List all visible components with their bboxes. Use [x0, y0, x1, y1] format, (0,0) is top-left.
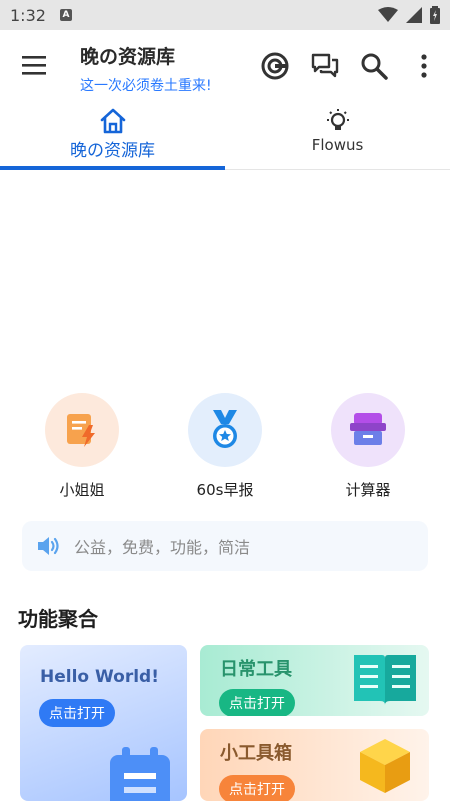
speaker-icon	[38, 537, 59, 555]
calendar-icon	[110, 747, 170, 801]
quick-item-xiaojiejie[interactable]: 小姐姐	[22, 393, 142, 500]
card-toolbox[interactable]: 小工具箱 点击打开	[200, 729, 429, 801]
quick-actions: 小姐姐 60s早报 计算器	[0, 393, 450, 503]
more-vert-icon[interactable]	[408, 50, 440, 82]
card-title: 小工具箱	[220, 743, 292, 764]
book-icon	[354, 655, 416, 705]
app-subtitle: 这一次必须卷土重来!	[80, 78, 212, 94]
quick-label: 计算器	[345, 481, 391, 499]
card-title: 日常工具	[220, 659, 292, 680]
app-title: 晚の资源库	[80, 46, 176, 68]
status-bar: 1:32 A	[0, 0, 450, 30]
search-icon[interactable]	[358, 50, 390, 82]
chat-icon[interactable]	[309, 50, 341, 82]
menu-icon[interactable]	[22, 56, 48, 76]
status-icons	[378, 6, 440, 24]
tab-indicator	[0, 166, 225, 170]
tab-bar: 晚の资源库 Flowus	[0, 102, 450, 170]
quick-item-calculator[interactable]: 计算器	[308, 393, 428, 500]
card-daily-tools[interactable]: 日常工具 点击打开	[200, 645, 429, 716]
medal-icon	[188, 393, 262, 467]
grammar-g-icon[interactable]	[259, 50, 291, 82]
lightbulb-icon	[326, 109, 349, 130]
notice-text: 公益，免费，功能，简洁	[74, 538, 251, 557]
app-bar: 晚の资源库 这一次必须卷土重来!	[0, 30, 450, 102]
daily-open-button[interactable]: 点击打开	[219, 689, 295, 716]
status-time: 1:32	[10, 5, 46, 25]
notification-a-icon: A	[59, 9, 72, 21]
quick-item-60s-news[interactable]: 60s早报	[165, 393, 285, 500]
hello-open-button[interactable]: 点击打开	[39, 699, 115, 727]
tab-home[interactable]: 晚の资源库	[0, 102, 225, 170]
title-block: 晚の资源库 这一次必须卷土重来!	[80, 42, 212, 95]
notice-bar[interactable]: 公益，免费，功能，简洁	[22, 521, 428, 571]
section-title: 功能聚合	[18, 607, 98, 631]
card-title: Hello World!	[40, 667, 159, 687]
note-lightning-icon	[45, 393, 119, 467]
toolbox-open-button[interactable]: 点击打开	[219, 775, 295, 801]
home-icon	[100, 108, 125, 134]
quick-label: 小姐姐	[59, 481, 105, 499]
card-hello-world[interactable]: Hello World! 点击打开	[20, 645, 187, 801]
signal-icon	[406, 7, 422, 23]
tab-flowus[interactable]: Flowus	[225, 102, 450, 170]
tab-label: 晚の资源库	[70, 141, 155, 161]
wifi-icon	[378, 7, 398, 22]
tab-label: Flowus	[311, 136, 364, 154]
battery-icon	[430, 6, 440, 24]
quick-label: 60s早报	[196, 481, 254, 499]
box-icon	[331, 393, 405, 467]
cube-icon	[360, 739, 410, 793]
